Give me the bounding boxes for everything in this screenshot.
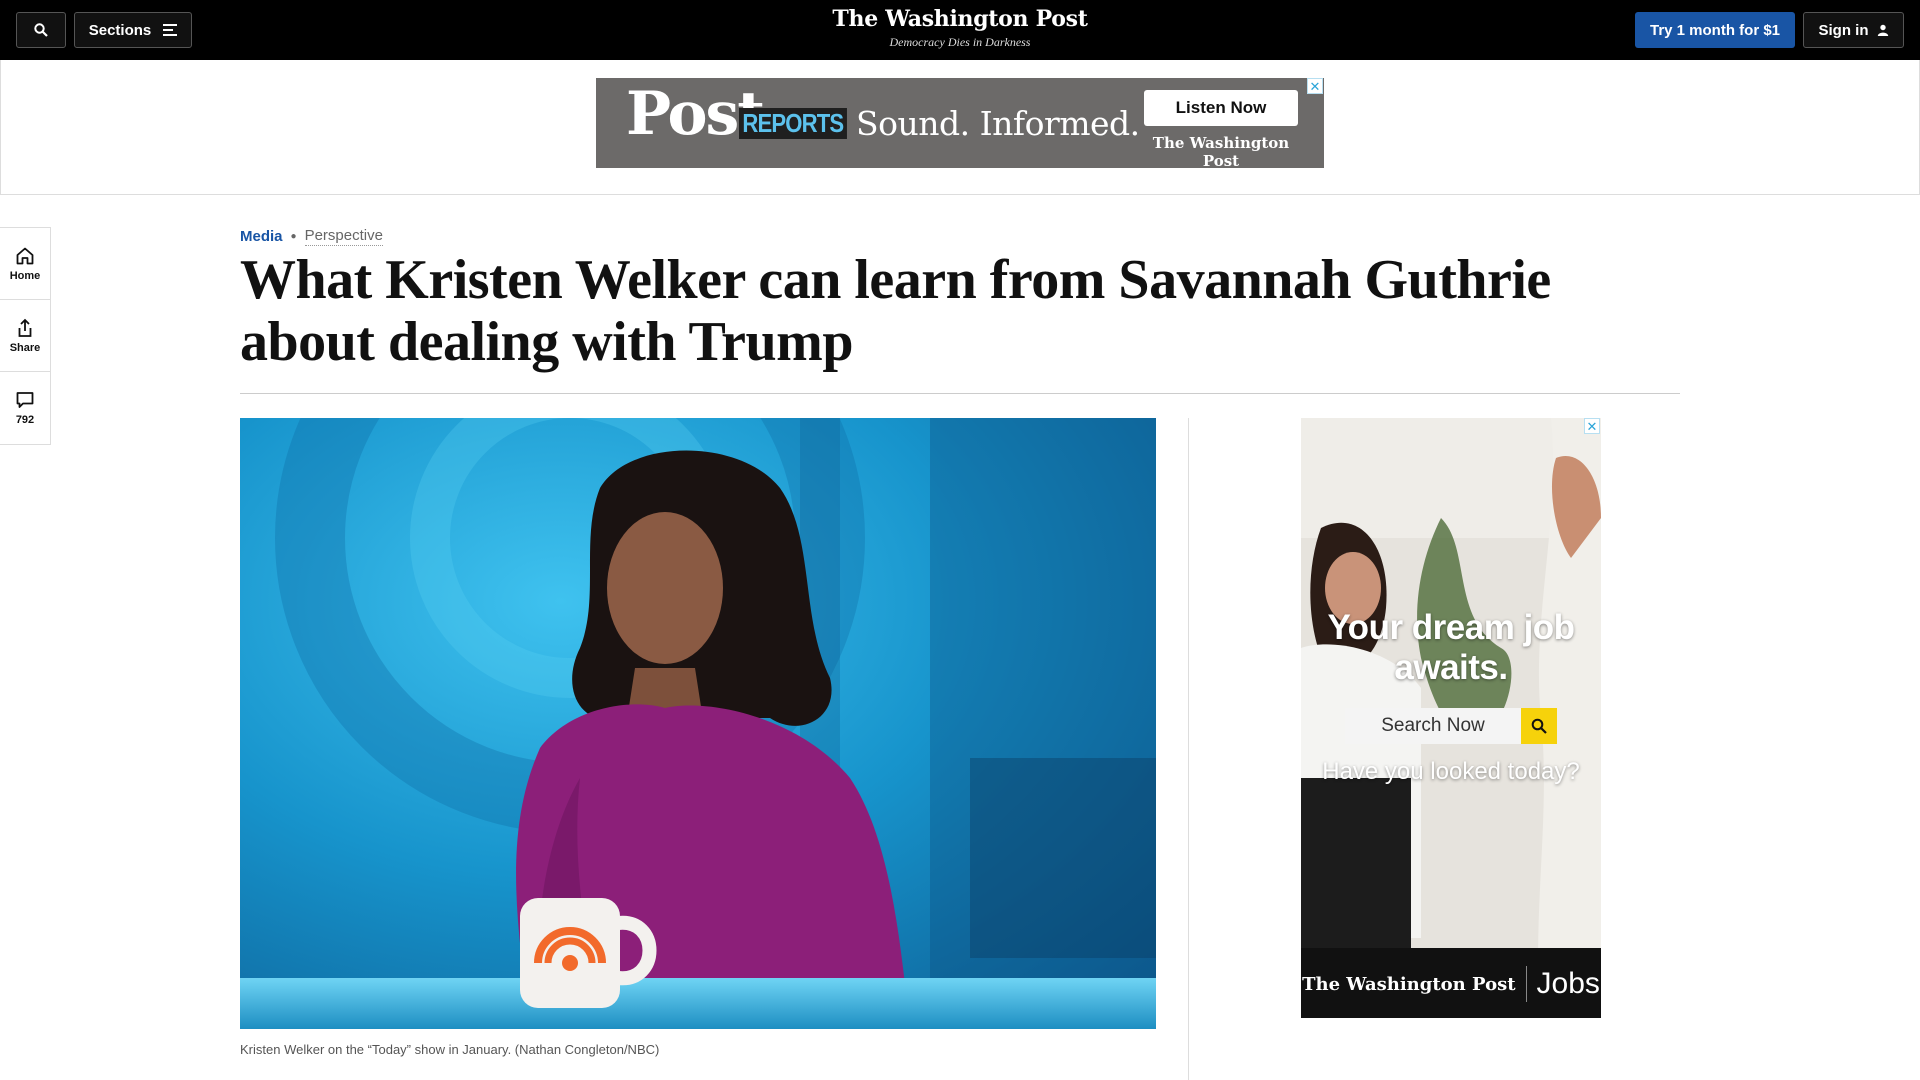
comment-icon (16, 392, 34, 408)
jobs-ad-publisher: The Washington Post (1302, 973, 1516, 995)
home-label: Home (9, 269, 41, 282)
section-link[interactable]: Media (240, 228, 283, 245)
banner-slogan: Sound. Informed. (856, 104, 1140, 143)
footer-divider (1525, 966, 1527, 1002)
banner-publisher: The Washington Post (1152, 134, 1290, 168)
headline-divider (240, 393, 1680, 394)
subscribe-button[interactable]: Try 1 month for $1 (1635, 12, 1795, 48)
comments-button[interactable]: 792 (0, 372, 50, 444)
article-headline: What Kristen Welker can learn from Savan… (240, 249, 1551, 373)
masthead: The Washington Post Democracy Dies in Da… (0, 6, 1920, 50)
site-logo[interactable]: The Washington Post (0, 6, 1920, 32)
listen-now-button[interactable]: Listen Now (1144, 90, 1298, 126)
banner-ad[interactable]: Post REPORTS Sound. Informed. Listen Now… (596, 78, 1324, 168)
lead-photo-illustration (240, 418, 1156, 1029)
jobs-ad-headline: Your dream job awaits. (1327, 608, 1575, 687)
user-icon (1877, 24, 1888, 36)
share-icon (18, 318, 32, 337)
site-tagline: Democracy Dies in Darkness (889, 35, 1031, 49)
perspective-label[interactable]: Perspective (304, 227, 383, 246)
jobs-search-button[interactable] (1521, 708, 1557, 744)
jobs-ad-footer: The Washington Post Jobs (1301, 950, 1601, 1018)
photo-caption: Kristen Welker on the “Today” show in Ja… (240, 1042, 660, 1057)
ad-close-icon[interactable]: ✕ (1307, 78, 1323, 94)
share-label: Share (9, 341, 41, 354)
home-button[interactable]: Home (0, 228, 50, 300)
kicker-separator: ● (290, 231, 297, 242)
sign-in-label: Sign in (1818, 21, 1869, 39)
jobs-ad-question: Have you looked today? (1322, 758, 1580, 785)
home-icon (16, 247, 34, 264)
sign-in-button[interactable]: Sign in (1803, 12, 1904, 48)
lead-photo (240, 418, 1156, 1029)
left-action-rail: Home Share 792 (0, 227, 51, 445)
search-icon (1531, 718, 1547, 734)
side-ad-close-icon[interactable]: ✕ (1584, 418, 1600, 434)
jobs-ad-product: Jobs (1536, 967, 1600, 1000)
jobs-search-bar[interactable]: Search Now (1345, 708, 1557, 744)
comments-count: 792 (15, 414, 35, 426)
jobs-side-ad[interactable]: Your dream job awaits. Search Now Have y… (1301, 418, 1601, 1018)
jobs-search-label[interactable]: Search Now (1345, 708, 1521, 744)
column-divider (1188, 418, 1189, 1080)
article-kicker: Media ● Perspective (240, 227, 383, 246)
reports-wordmark: REPORTS (739, 108, 847, 139)
top-navigation-bar: Sections The Washington Post Democracy D… (0, 0, 1920, 60)
share-button[interactable]: Share (0, 300, 50, 372)
